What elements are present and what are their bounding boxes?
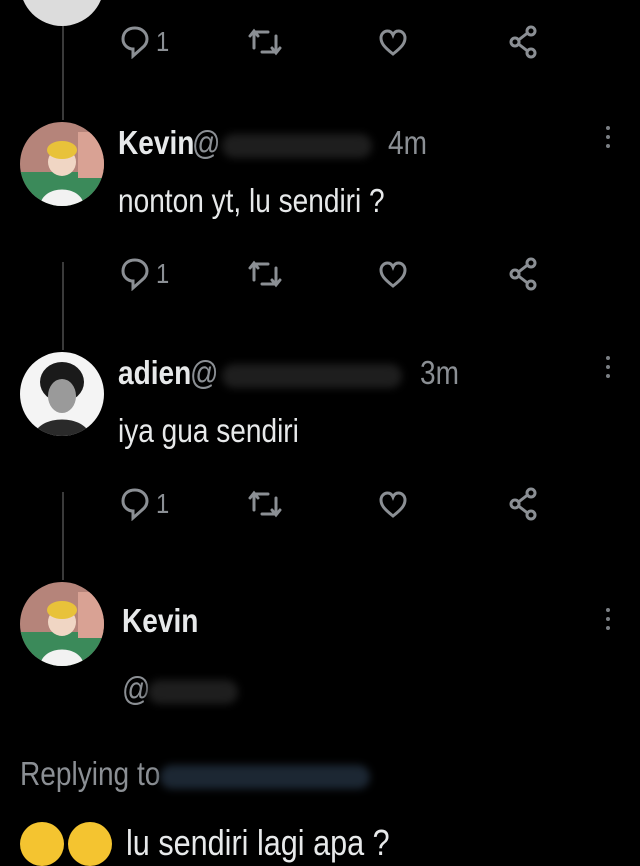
redacted-reply-username[interactable] (160, 765, 370, 789)
share-icon (509, 25, 537, 59)
like-button[interactable] (378, 254, 408, 294)
username[interactable]: @ (192, 124, 220, 162)
like-icon (379, 261, 407, 288)
username[interactable]: @ (190, 354, 218, 392)
display-name[interactable]: Kevin (122, 602, 198, 640)
tweet-text: iya gua sendiri (118, 412, 299, 449)
tweet-actions: 1 (0, 254, 640, 294)
redacted-username (222, 364, 402, 388)
share-button[interactable] (508, 484, 538, 524)
replying-to-label: Replying to (20, 755, 161, 792)
like-icon (379, 29, 407, 56)
like-button[interactable] (378, 22, 408, 62)
timestamp[interactable]: 3m (420, 354, 459, 392)
reply-icon (121, 258, 149, 291)
reply-count: 1 (156, 258, 170, 289)
like-button[interactable] (378, 484, 408, 524)
avatar[interactable] (20, 352, 104, 436)
avatar[interactable] (20, 122, 104, 206)
share-icon (509, 257, 537, 291)
more-icon (606, 608, 610, 612)
reply-icon (121, 488, 149, 521)
display-name[interactable]: Kevin (118, 124, 194, 162)
main-tweet-text: lu sendiri lagi apa ? (126, 822, 390, 863)
tweet-actions: 1 (0, 484, 640, 524)
more-button[interactable] (603, 122, 613, 156)
share-icon (509, 487, 537, 521)
retweet-button[interactable] (248, 484, 282, 524)
username[interactable]: @ (122, 670, 150, 708)
reply-button[interactable]: 1 (120, 22, 172, 62)
tweet-actions: 1 (0, 22, 640, 62)
display-name[interactable]: adien (118, 354, 191, 392)
neutral-face-emoji (20, 822, 64, 866)
redacted-username (222, 134, 372, 158)
avatar[interactable] (20, 582, 104, 666)
weary-face-emoji (68, 822, 112, 866)
reply-button[interactable]: 1 (120, 484, 172, 524)
tweet-text: nonton yt, lu sendiri ? (118, 182, 385, 219)
timestamp[interactable]: 4m (388, 124, 427, 162)
share-button[interactable] (508, 254, 538, 294)
retweet-icon (248, 28, 282, 56)
more-button[interactable] (603, 604, 613, 638)
redacted-username (148, 680, 238, 704)
like-icon (379, 491, 407, 518)
more-icon (606, 126, 610, 130)
more-icon (606, 356, 610, 360)
retweet-button[interactable] (248, 22, 282, 62)
retweet-button[interactable] (248, 254, 282, 294)
reply-button[interactable]: 1 (120, 254, 172, 294)
more-button[interactable] (603, 352, 613, 386)
share-button[interactable] (508, 22, 538, 62)
reply-count: 1 (156, 26, 170, 57)
reply-icon (121, 26, 149, 59)
reply-count: 1 (156, 488, 170, 519)
retweet-icon (248, 260, 282, 288)
retweet-icon (248, 490, 282, 518)
